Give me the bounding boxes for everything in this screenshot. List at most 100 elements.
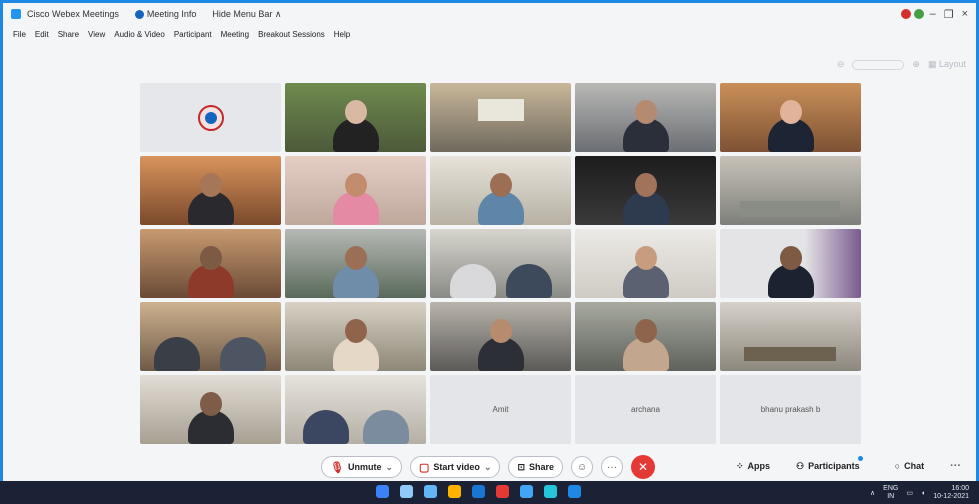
search-icon[interactable] [424,485,437,498]
menu-meeting[interactable]: Meeting [221,30,249,39]
participant-head [344,173,367,197]
chat-button[interactable]: ○ Chat [895,455,924,477]
menu-participant[interactable]: Participant [174,30,212,39]
layout-button[interactable]: ▦ Layout [928,59,966,70]
participant-tile-video[interactable] [720,229,861,298]
webex-logo-icon [11,9,21,19]
participant-tile-video[interactable] [140,229,281,298]
volume-icon[interactable]: ◖ [921,490,925,497]
participant-tile-video[interactable] [430,302,571,371]
windows-taskbar: ∧ ENG IN ▭ ◖ 16:00 10-12-2021 [0,481,979,504]
recording-status-icon [900,9,911,19]
menu-breakout-sessions[interactable]: Breakout Sessions [258,30,325,39]
clock[interactable]: 16:00 10-12-2021 [933,485,969,501]
more-panels-button[interactable]: ··· [950,455,961,477]
unmute-label: Unmute [347,462,382,472]
participant-head [634,100,657,124]
chat-bubble-icon: ○ [894,461,901,471]
menu-help[interactable]: Help [334,30,350,39]
zoom-out-icon[interactable]: ⊖ [837,59,845,70]
windows-start-icon[interactable] [376,485,389,498]
hide-menu-bar-button[interactable]: Hide Menu Bar ∧ [212,9,281,20]
more-icon: ··· [607,461,618,473]
zoom-in-icon[interactable]: ⊕ [912,59,920,70]
video-grid: Amit archana bhanu prakash b [140,83,865,446]
clock-date: 10-12-2021 [933,493,969,500]
file-explorer-icon[interactable] [448,485,461,498]
participant-head [489,319,512,343]
app-icon[interactable] [568,485,581,498]
meeting-info-button[interactable]: Meeting Info [134,9,196,19]
participant-head [489,173,512,197]
edge-icon[interactable] [472,485,485,498]
participant-tile-archana[interactable]: archana [575,375,716,444]
participant-tile-video[interactable] [430,229,571,298]
participant-silhouette [303,410,349,444]
participant-tile-video[interactable] [575,156,716,225]
participant-tile-bhanu-prakash-b[interactable]: bhanu prakash b [720,375,861,444]
more-panels-label: ··· [950,460,962,472]
teams-icon[interactable] [544,485,557,498]
start-video-label: Start video [433,462,480,472]
task-view-icon[interactable] [400,485,413,498]
participant-name: archana [631,405,660,414]
language-indicator[interactable]: ENG IN [883,485,898,501]
share-label: Share [529,462,555,472]
participants-button[interactable]: ⚇ Participants [796,455,869,477]
start-video-button[interactable]: ▢ Start video ⌄ [410,456,501,478]
unmute-button[interactable]: 🎙 Unmute ⌄ [321,456,403,478]
zoom-slider[interactable] [852,59,905,70]
participant-tile-video[interactable] [140,156,281,225]
info-icon [134,9,144,19]
participant-tile-video[interactable] [575,229,716,298]
participant-tile-video[interactable] [140,302,281,371]
video-off-icon: ▢ [419,461,430,474]
network-icon[interactable]: ▭ [906,489,913,497]
more-options-button[interactable]: ··· [601,456,624,478]
minimize-button[interactable]: – [930,8,936,20]
menu-bar: File Edit Share View Audio & Video Parti… [3,25,976,43]
webex-window: Cisco Webex Meetings Meeting Info Hide M… [0,0,979,504]
participant-tile-video[interactable] [140,375,281,444]
participant-tile-video[interactable] [285,83,426,152]
participant-tile-video[interactable] [285,156,426,225]
participant-tile-video[interactable] [720,83,861,152]
chevron-down-icon[interactable]: ⌄ [385,462,393,473]
microphone-muted-icon: 🎙 [330,461,344,474]
smiley-icon: ☺ [576,461,588,473]
participant-tile-video[interactable] [285,375,426,444]
participant-head [634,319,657,343]
participant-tile-logo[interactable] [140,83,281,152]
menu-view[interactable]: View [88,30,105,39]
tray-chevron-icon[interactable]: ∧ [870,489,875,497]
chrome-icon[interactable] [496,485,509,498]
menu-share[interactable]: Share [58,30,79,39]
webex-taskbar-icon[interactable] [520,485,533,498]
participant-head [344,100,367,124]
menu-edit[interactable]: Edit [35,30,49,39]
layout-label: Layout [938,59,966,69]
apps-label: Apps [747,461,771,471]
menu-audio-video[interactable]: Audio & Video [114,30,165,39]
participant-tile-video[interactable] [575,302,716,371]
participant-tile-video[interactable] [285,302,426,371]
close-button[interactable]: × [962,8,968,20]
participant-tile-video[interactable] [430,83,571,152]
share-button[interactable]: ⊡ Share [508,456,564,478]
participant-head [199,392,222,416]
restore-button[interactable]: ❐ [944,8,954,21]
menu-file[interactable]: File [13,30,26,39]
participant-name: bhanu prakash b [760,405,821,414]
reactions-button[interactable]: ☺ [571,456,594,478]
participant-tile-video[interactable] [285,229,426,298]
participant-silhouette [450,264,496,298]
language-code: ENG [883,485,899,492]
participant-tile-video[interactable] [720,302,861,371]
participant-tile-amit[interactable]: Amit [430,375,571,444]
participant-tile-video[interactable] [720,156,861,225]
participant-tile-video[interactable] [430,156,571,225]
apps-button[interactable]: ⁘ Apps [736,455,770,477]
chevron-down-icon[interactable]: ⌄ [484,462,492,473]
participant-tile-video[interactable] [575,83,716,152]
leave-meeting-button[interactable]: ✕ [631,455,656,479]
